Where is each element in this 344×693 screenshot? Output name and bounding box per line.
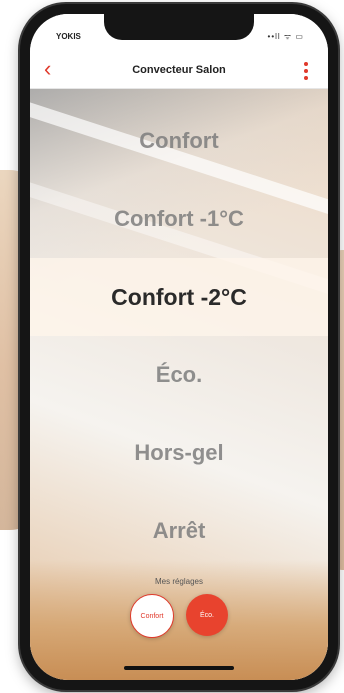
kebab-dot-icon [304, 69, 308, 73]
preset-row: Confort Éco. [30, 594, 328, 638]
mode-eco[interactable]: Éco. [30, 336, 328, 414]
mode-hors-gel[interactable]: Hors-gel [30, 414, 328, 492]
mode-picker[interactable]: Confort Confort -1°C Confort -2°C Éco. H… [30, 102, 328, 570]
app-header: ‹ Convecteur Salon [30, 52, 328, 89]
kebab-dot-icon [304, 62, 308, 66]
phone-screen: YOKIS ••ll ᯤ ▭ ‹ Convecteur Salon Confor… [30, 14, 328, 680]
chevron-left-icon: ‹ [44, 56, 52, 81]
phone-frame: YOKIS ••ll ᯤ ▭ ‹ Convecteur Salon Confor… [20, 4, 338, 690]
mode-confort-minus-2-selected[interactable]: Confort -2°C [30, 258, 328, 336]
kebab-dot-icon [304, 76, 308, 80]
home-indicator[interactable] [124, 666, 234, 670]
preset-confort-button[interactable]: Confort [130, 594, 174, 638]
back-button[interactable]: ‹ [44, 58, 66, 82]
more-options-button[interactable] [298, 60, 314, 82]
mode-confort-minus-1[interactable]: Confort -1°C [30, 180, 328, 258]
preset-eco-button[interactable]: Éco. [186, 594, 228, 636]
carrier-label: YOKIS [56, 32, 81, 41]
presets-section: Mes réglages Confort Éco. [30, 577, 328, 638]
mode-confort[interactable]: Confort [30, 102, 328, 180]
page-title: Convecteur Salon [132, 64, 226, 76]
mode-arret[interactable]: Arrêt [30, 492, 328, 570]
phone-notch [104, 14, 254, 40]
status-icons: ••ll ᯤ ▭ [267, 32, 304, 41]
presets-label: Mes réglages [154, 577, 204, 586]
